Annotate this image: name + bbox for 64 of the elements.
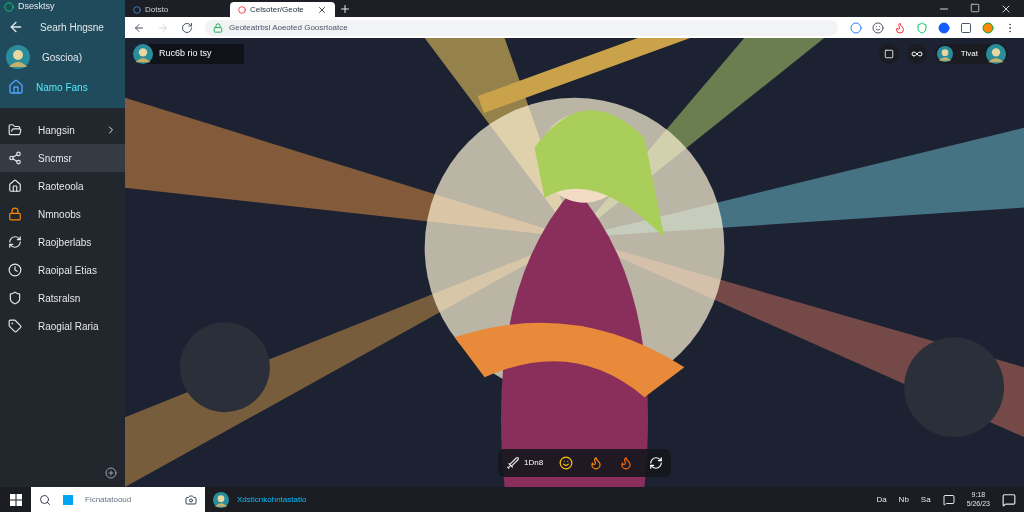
add-icon[interactable] — [105, 467, 117, 479]
sword-icon[interactable] — [506, 456, 520, 470]
refresh-icon[interactable] — [649, 456, 664, 470]
url-field[interactable]: Geoteatrbsl Aoeoted Goosrtoatce — [205, 19, 838, 36]
profile-avatar — [6, 45, 30, 69]
reload-icon[interactable] — [181, 21, 193, 34]
new-tab-icon[interactable] — [339, 3, 351, 15]
sidebar-item[interactable]: Raojberlabs — [0, 228, 125, 256]
app-title: Dsesktsy — [18, 0, 55, 14]
search-field[interactable]: Ficnatatooud — [85, 493, 173, 506]
tray-item[interactable]: Sa — [920, 493, 931, 506]
user-chip[interactable]: Tlvat — [934, 44, 1008, 64]
smile-icon[interactable] — [559, 456, 574, 470]
tray-item[interactable]: Nb — [898, 493, 909, 506]
browser-tab[interactable]: Dotsto — [125, 2, 230, 17]
extension-icon[interactable] — [872, 21, 884, 34]
extension-icon[interactable] — [960, 21, 972, 34]
maximize-icon[interactable] — [970, 3, 980, 13]
sidebar-item[interactable]: Hangsin — [0, 116, 125, 144]
user-avatar — [986, 44, 1006, 64]
search-icon — [39, 493, 51, 506]
share-icon — [8, 151, 22, 165]
favicon-icon — [238, 5, 246, 14]
square-icon — [883, 49, 894, 59]
taskbar-app[interactable]: Xdsticnkohntastatio — [205, 487, 315, 512]
extension-icon[interactable] — [938, 21, 950, 34]
sidebar-item[interactable]: Sncmsr — [0, 144, 125, 172]
shield-icon — [8, 291, 22, 305]
home-icon — [8, 179, 22, 193]
folder-icon — [8, 123, 22, 137]
sidebar-item[interactable]: Raoipal Etias — [0, 256, 125, 284]
home-icon — [8, 79, 24, 95]
back-button[interactable]: Searh Hngsne — [0, 14, 125, 40]
sidebar-item[interactable]: Raogial Raria — [0, 312, 125, 340]
flame-icon[interactable] — [619, 456, 634, 470]
sidebar-item[interactable]: Raoteoola — [0, 172, 125, 200]
app-square-icon — [63, 494, 73, 505]
app-avatar — [213, 491, 229, 508]
browser-tab[interactable]: Celsoter/Geote — [230, 2, 335, 17]
profile-name: Goscioa) — [42, 50, 82, 65]
close-icon[interactable] — [1000, 3, 1012, 15]
camera-icon[interactable] — [185, 493, 197, 506]
sidebar-item[interactable]: Nmnoobs — [0, 200, 125, 228]
flame-icon[interactable] — [589, 456, 604, 470]
counter: 1Dn8 — [524, 457, 544, 469]
favicon-icon — [133, 5, 141, 14]
channel-chip[interactable]: Ruc6b rio tsy — [133, 44, 244, 64]
user-avatar — [936, 46, 953, 62]
infinity-icon — [910, 48, 923, 60]
tray-item[interactable]: Da — [876, 493, 887, 506]
tag-icon — [8, 319, 22, 333]
clock-icon — [8, 263, 22, 277]
app-link[interactable]: Namo Fans — [0, 74, 125, 100]
profile-icon[interactable] — [982, 21, 994, 34]
chat-icon[interactable] — [942, 493, 955, 506]
app-icon — [4, 2, 14, 12]
close-tab-icon[interactable] — [317, 4, 327, 15]
back-icon[interactable] — [133, 21, 145, 34]
lock-icon — [8, 207, 22, 221]
sidebar-item[interactable]: Ratsralsn — [0, 284, 125, 312]
refresh-icon — [8, 235, 22, 249]
extension-icon[interactable] — [894, 21, 906, 34]
notification-icon[interactable] — [1002, 492, 1016, 507]
lock-icon — [213, 22, 223, 33]
